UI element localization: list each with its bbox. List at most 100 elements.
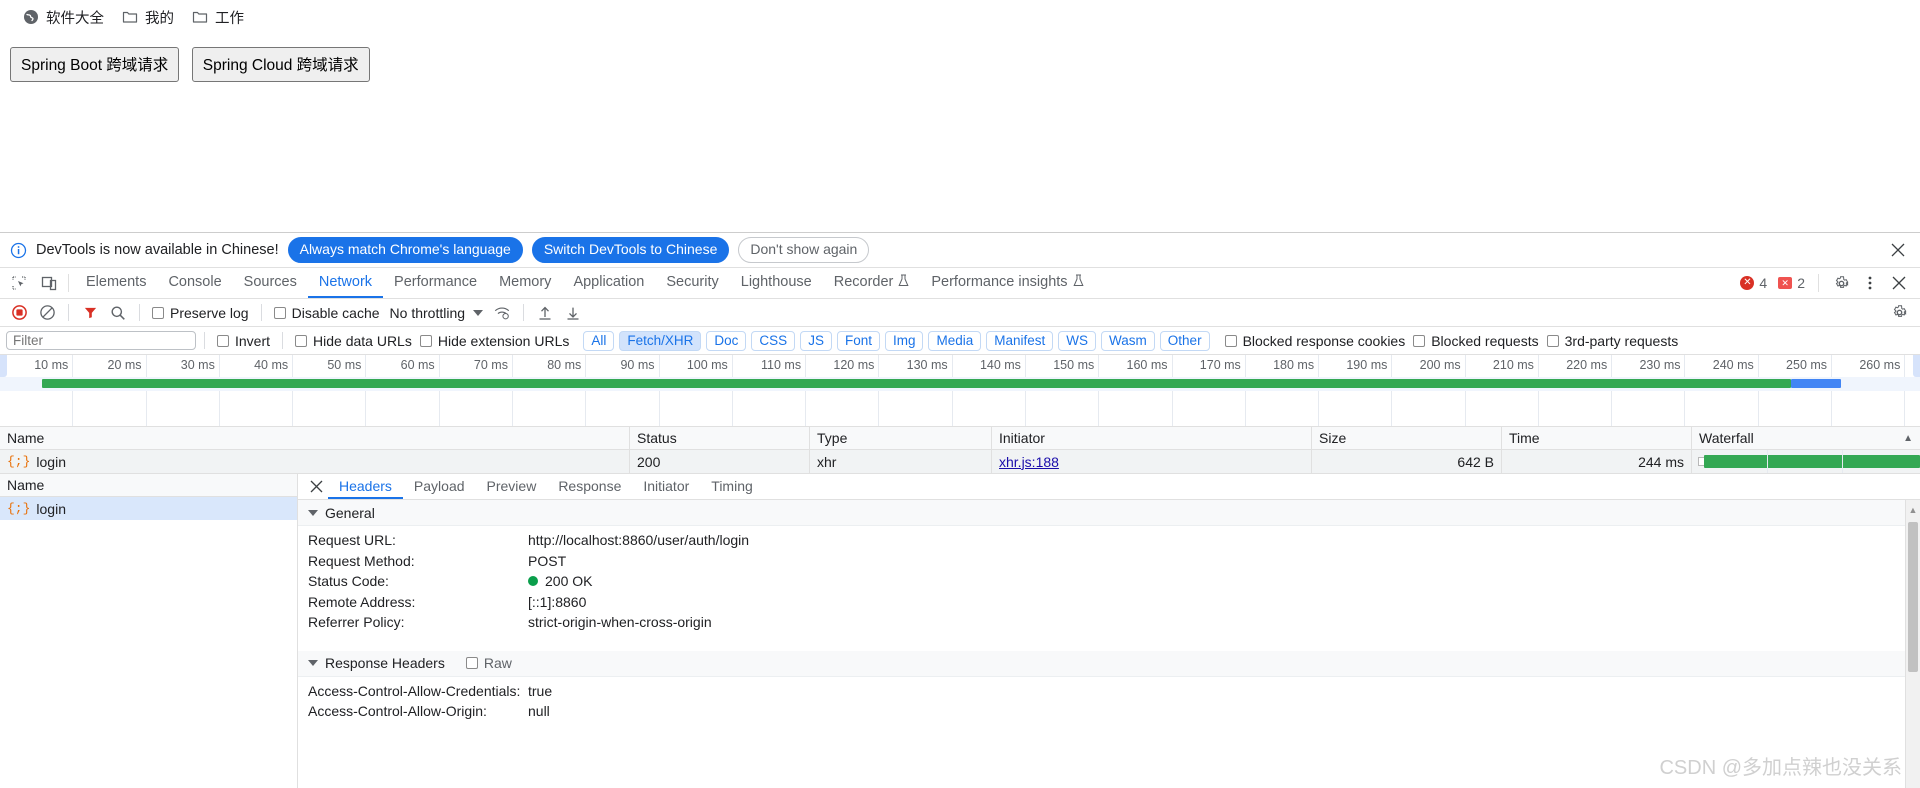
scrollbar-thumb[interactable]: [1908, 522, 1918, 672]
filter-type-all[interactable]: All: [583, 330, 615, 351]
detail-value: true: [528, 682, 553, 699]
tab-label: Performance insights: [931, 274, 1068, 290]
tab-headers[interactable]: Headers: [328, 474, 403, 499]
overview-left-handle[interactable]: [0, 355, 7, 377]
export-har-icon[interactable]: [560, 300, 586, 326]
overview-tick: 90 ms: [586, 355, 660, 426]
blocked-requests-checkbox[interactable]: Blocked requests: [1409, 333, 1542, 349]
third-party-requests-checkbox[interactable]: 3rd-party requests: [1543, 333, 1683, 349]
filter-type-font[interactable]: Font: [836, 330, 880, 351]
throttling-select[interactable]: No throttling: [386, 305, 487, 321]
overview-tick: 180 ms: [1246, 355, 1320, 426]
overview-request-bar-blue: [1791, 379, 1842, 388]
tab-network[interactable]: Network: [307, 268, 384, 298]
filter-type-ws[interactable]: WS: [1058, 330, 1097, 351]
initiator-link[interactable]: xhr.js:188: [999, 454, 1059, 470]
column-header-initiator[interactable]: Initiator: [992, 427, 1312, 449]
bookmark-item-2[interactable]: 工作: [183, 3, 253, 32]
table-row[interactable]: {;} login 200 xhr xhr.js:188 642 B 244 m…: [0, 450, 1920, 473]
overview-right-handle[interactable]: [1913, 355, 1920, 377]
disable-cache-checkbox[interactable]: Disable cache: [270, 305, 384, 321]
inspect-element-icon[interactable]: [4, 268, 34, 298]
filter-type-js[interactable]: JS: [800, 330, 832, 351]
network-overview-timeline[interactable]: 10 ms 20 ms 30 ms 40 ms 50 ms 60 ms 70 ms 80 ms…: [0, 355, 1920, 427]
page-viewport: Spring Boot 跨域请求 Spring Cloud 跨域请求: [0, 34, 1920, 234]
cell-time: 244 ms: [1502, 450, 1692, 473]
network-conditions-icon[interactable]: [489, 300, 515, 326]
column-header-name[interactable]: Name: [0, 427, 630, 449]
gear-icon[interactable]: [1828, 270, 1854, 296]
section-response-headers-header[interactable]: Response Headers Raw: [298, 650, 1920, 677]
raw-toggle-checkbox[interactable]: Raw: [465, 655, 512, 671]
waterfall-gridline: [1842, 450, 1844, 473]
cell-name[interactable]: {;} login: [0, 450, 630, 473]
filter-type-img[interactable]: Img: [884, 330, 924, 351]
kebab-menu-icon[interactable]: [1857, 270, 1883, 296]
tab-response[interactable]: Response: [547, 474, 632, 499]
spring-boot-cors-button[interactable]: Spring Boot 跨域请求: [10, 47, 180, 82]
import-har-icon[interactable]: [532, 300, 558, 326]
clear-icon[interactable]: [34, 300, 60, 326]
tab-recorder[interactable]: Recorder: [823, 268, 921, 298]
record-stop-icon[interactable]: [6, 300, 32, 326]
list-item[interactable]: {;} login: [0, 497, 297, 520]
tab-performance-insights[interactable]: Performance insights: [920, 268, 1094, 298]
tab-sources[interactable]: Sources: [233, 268, 308, 298]
filter-type-css[interactable]: CSS: [751, 330, 796, 351]
filter-type-other[interactable]: Other: [1159, 330, 1210, 351]
gear-icon[interactable]: [1886, 300, 1912, 326]
tab-elements[interactable]: Elements: [75, 268, 157, 298]
close-icon[interactable]: [1888, 240, 1908, 260]
bookmark-item-1[interactable]: 我的: [113, 3, 183, 32]
detail-row: Request Method: POST: [298, 551, 1920, 572]
column-header-status[interactable]: Status: [630, 427, 810, 449]
filter-type-doc[interactable]: Doc: [706, 330, 747, 351]
filter-type-fetch-xhr[interactable]: Fetch/XHR: [619, 330, 702, 351]
tab-preview[interactable]: Preview: [476, 474, 548, 499]
detail-scrollbar[interactable]: ▲: [1905, 500, 1920, 788]
column-header-type[interactable]: Type: [810, 427, 992, 449]
section-general-header[interactable]: General: [298, 500, 1920, 526]
hide-data-urls-checkbox[interactable]: Hide data URLs: [291, 333, 416, 349]
spring-cloud-cors-button[interactable]: Spring Cloud 跨域请求: [191, 47, 370, 82]
tab-timing[interactable]: Timing: [700, 474, 764, 499]
filter-type-media[interactable]: Media: [928, 330, 982, 351]
switch-devtools-to-chinese-button[interactable]: Switch DevTools to Chinese: [531, 237, 730, 263]
overview-tick: 170 ms: [1173, 355, 1246, 426]
overview-tick: 220 ms: [1539, 355, 1613, 426]
search-icon[interactable]: [105, 300, 131, 326]
warning-count-badge[interactable]: ✕ 2: [1774, 275, 1809, 291]
close-icon[interactable]: [304, 474, 328, 499]
invert-checkbox[interactable]: Invert: [213, 333, 274, 349]
column-header-waterfall[interactable]: Waterfall ▲: [1692, 427, 1920, 449]
error-icon: ✕: [1740, 276, 1755, 290]
device-toolbar-icon[interactable]: [34, 268, 64, 298]
always-match-language-button[interactable]: Always match Chrome's language: [287, 237, 523, 263]
tab-initiator[interactable]: Initiator: [632, 474, 700, 499]
detail-value-status: 200 OK: [528, 572, 592, 591]
filter-type-wasm[interactable]: Wasm: [1101, 330, 1155, 351]
hide-extension-urls-checkbox[interactable]: Hide extension URLs: [416, 333, 574, 349]
preserve-log-checkbox[interactable]: Preserve log: [148, 305, 253, 321]
close-icon[interactable]: [1886, 270, 1912, 296]
blocked-response-cookies-checkbox[interactable]: Blocked response cookies: [1221, 333, 1410, 349]
bookmark-item-0[interactable]: 软件大全: [14, 3, 113, 32]
tab-console[interactable]: Console: [157, 268, 232, 298]
filter-type-manifest[interactable]: Manifest: [986, 330, 1054, 351]
tab-label: Application: [573, 274, 645, 290]
filter-funnel-icon[interactable]: [77, 300, 103, 326]
search-input[interactable]: [6, 331, 196, 350]
column-header-size[interactable]: Size: [1312, 427, 1502, 449]
tab-label: Lighthouse: [740, 274, 812, 290]
column-header-time[interactable]: Time: [1502, 427, 1692, 449]
scroll-up-icon[interactable]: ▲: [1906, 502, 1920, 518]
tab-lighthouse[interactable]: Lighthouse: [730, 268, 823, 298]
dont-show-again-button[interactable]: Don't show again: [738, 237, 870, 263]
tab-performance[interactable]: Performance: [383, 268, 488, 298]
tab-security[interactable]: Security: [655, 268, 729, 298]
tab-payload[interactable]: Payload: [403, 474, 476, 499]
checkbox-box: [1224, 334, 1237, 347]
tab-memory[interactable]: Memory: [488, 268, 562, 298]
error-count-badge[interactable]: ✕ 4: [1736, 275, 1771, 291]
tab-application[interactable]: Application: [562, 268, 655, 298]
